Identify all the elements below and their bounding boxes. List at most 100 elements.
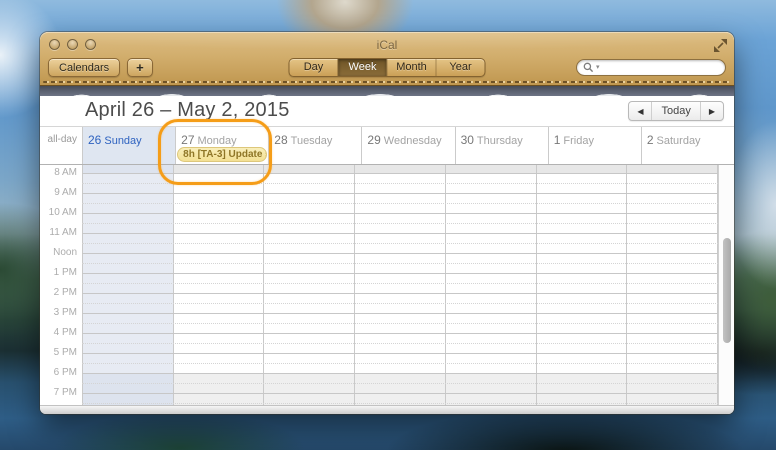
fullscreen-icon[interactable] bbox=[714, 39, 727, 52]
time-label: 7 PM bbox=[43, 387, 77, 399]
day-header-tuesday[interactable]: 28 Tuesday bbox=[268, 127, 361, 164]
off-hours-band bbox=[446, 373, 536, 405]
all-day-slot[interactable] bbox=[643, 147, 733, 163]
day-number: 1 bbox=[554, 133, 561, 147]
time-label: Noon bbox=[43, 247, 77, 259]
scrollbar-thumb[interactable] bbox=[723, 238, 731, 343]
grid-column-tuesday[interactable] bbox=[263, 165, 354, 405]
all-day-slot[interactable]: 8h [TA-3] Update s… bbox=[177, 147, 267, 163]
grid-column-wednesday[interactable] bbox=[354, 165, 445, 405]
search-icon bbox=[583, 62, 594, 73]
view-switcher: DayWeekMonthYear bbox=[289, 58, 486, 77]
all-day-slot[interactable] bbox=[270, 147, 360, 163]
grid-column-monday[interactable] bbox=[173, 165, 264, 405]
day-title: 28 Tuesday bbox=[269, 127, 361, 149]
time-label: 8 AM bbox=[43, 167, 77, 179]
window-bottom-frame bbox=[40, 405, 734, 414]
search-scope-caret-icon[interactable]: ▾ bbox=[596, 64, 600, 71]
off-hours-band bbox=[174, 373, 264, 405]
off-hours-band bbox=[627, 373, 717, 405]
off-hours-band bbox=[83, 165, 173, 173]
next-week-button[interactable]: ▶ bbox=[700, 102, 723, 120]
time-label: 1 PM bbox=[43, 267, 77, 279]
week-grid: 8 AM 9 AM 10 AM 11 AM Noon 1 PM 2 PM 3 PM 4 PM 5 … bbox=[40, 165, 734, 405]
previous-week-button[interactable]: ◀ bbox=[629, 102, 651, 120]
all-day-slot[interactable] bbox=[84, 147, 174, 163]
day-title: 26Sunday bbox=[83, 127, 175, 149]
day-number: 27 bbox=[181, 133, 194, 147]
time-label: 11 AM bbox=[43, 227, 77, 239]
all-day-gutter: all-day bbox=[40, 127, 82, 164]
search-field[interactable]: ▾ bbox=[576, 59, 726, 76]
day-name: Saturday bbox=[657, 135, 701, 147]
grid-column-sunday[interactable] bbox=[82, 165, 173, 405]
day-number: 2 bbox=[647, 133, 654, 147]
all-day-slot[interactable] bbox=[363, 147, 453, 163]
day-title: 29 Wednesday bbox=[362, 127, 454, 149]
day-header-row: all-day 26Sunday 27 Monday8h [TA-3] Update… bbox=[40, 126, 734, 165]
off-hours-band bbox=[537, 373, 627, 405]
ical-window: iCal Calendars + DayWeekMonthYear ▾ bbox=[40, 32, 734, 414]
day-header-saturday[interactable]: 2Saturday bbox=[641, 127, 734, 164]
time-label: 4 PM bbox=[43, 327, 77, 339]
off-hours-band bbox=[264, 165, 354, 173]
day-name: Wednesday bbox=[384, 135, 442, 147]
time-label: 5 PM bbox=[43, 347, 77, 359]
titlebar[interactable]: iCal Calendars + DayWeekMonthYear ▾ bbox=[40, 32, 734, 86]
search-input[interactable] bbox=[602, 61, 719, 75]
all-day-slot[interactable] bbox=[457, 147, 547, 163]
day-title: 2Saturday bbox=[642, 127, 734, 149]
tab-month[interactable]: Month bbox=[387, 59, 436, 76]
grid-columns bbox=[82, 165, 718, 405]
day-number: 30 bbox=[461, 133, 474, 147]
day-name: Thursday bbox=[477, 135, 523, 147]
off-hours-band bbox=[446, 165, 536, 173]
time-label: 3 PM bbox=[43, 307, 77, 319]
date-navigation: ◀ Today ▶ bbox=[628, 101, 724, 121]
all-day-label: all-day bbox=[48, 134, 77, 145]
day-name: Monday bbox=[198, 135, 237, 147]
off-hours-band bbox=[174, 165, 264, 173]
grid-column-thursday[interactable] bbox=[445, 165, 536, 405]
off-hours-band bbox=[355, 165, 445, 173]
day-header-wednesday[interactable]: 29 Wednesday bbox=[361, 127, 454, 164]
tab-day[interactable]: Day bbox=[290, 59, 338, 76]
day-name: Friday bbox=[563, 135, 594, 147]
day-number: 28 bbox=[274, 133, 287, 147]
day-title: 1Friday bbox=[549, 127, 641, 149]
time-label: 10 AM bbox=[43, 207, 77, 219]
time-label: 2 PM bbox=[43, 287, 77, 299]
day-title: 30Thursday bbox=[456, 127, 548, 149]
day-title: 27 Monday bbox=[176, 127, 268, 149]
day-number: 26 bbox=[88, 133, 101, 147]
day-header-thursday[interactable]: 30Thursday bbox=[455, 127, 548, 164]
time-gutter: 8 AM 9 AM 10 AM 11 AM Noon 1 PM 2 PM 3 PM 4 PM 5 … bbox=[40, 165, 82, 405]
all-day-slot[interactable] bbox=[550, 147, 640, 163]
add-event-button[interactable]: + bbox=[127, 58, 153, 77]
week-range-title: April 26 – May 2, 2015 bbox=[85, 99, 290, 122]
tab-year[interactable]: Year bbox=[436, 59, 485, 76]
off-hours-band bbox=[83, 373, 173, 405]
off-hours-band bbox=[355, 373, 445, 405]
toolbar: Calendars + DayWeekMonthYear ▾ bbox=[48, 58, 726, 77]
off-hours-band bbox=[537, 165, 627, 173]
day-number: 29 bbox=[367, 133, 380, 147]
grid-column-friday[interactable] bbox=[536, 165, 627, 405]
day-name: Tuesday bbox=[291, 135, 333, 147]
day-name: Sunday bbox=[104, 135, 141, 147]
day-header-monday[interactable]: 27 Monday8h [TA-3] Update s… bbox=[175, 127, 268, 164]
all-day-event[interactable]: 8h [TA-3] Update s… bbox=[177, 147, 267, 162]
time-label: 9 AM bbox=[43, 187, 77, 199]
tab-week[interactable]: Week bbox=[338, 59, 387, 76]
leather-stitching bbox=[43, 81, 731, 83]
day-header-sunday[interactable]: 26Sunday bbox=[82, 127, 175, 164]
scrollbar-track[interactable] bbox=[718, 165, 734, 405]
grid-column-saturday[interactable] bbox=[626, 165, 717, 405]
day-header-friday[interactable]: 1Friday bbox=[548, 127, 641, 164]
off-hours-band bbox=[264, 373, 354, 405]
calendars-button[interactable]: Calendars bbox=[48, 58, 120, 77]
today-button[interactable]: Today bbox=[651, 102, 699, 120]
off-hours-band bbox=[627, 165, 717, 173]
calendar-content: April 26 – May 2, 2015 ◀ Today ▶ all-day… bbox=[40, 96, 734, 405]
week-header: April 26 – May 2, 2015 ◀ Today ▶ bbox=[40, 96, 734, 126]
